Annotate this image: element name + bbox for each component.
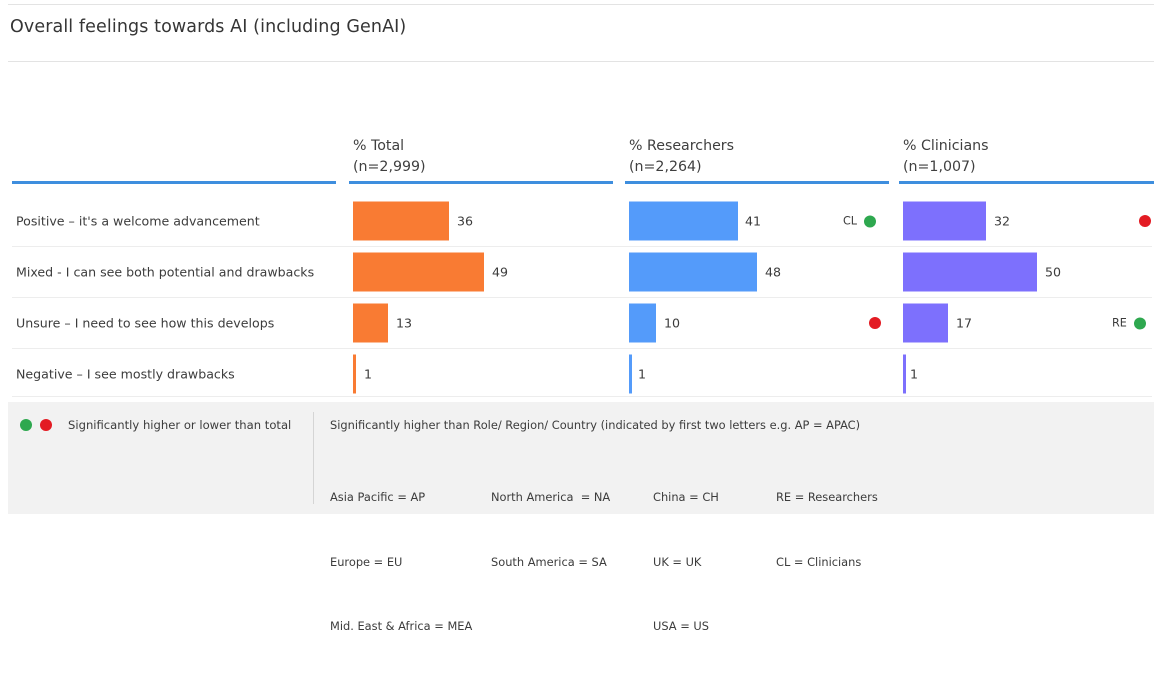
sig-marker-researchers-positive: CL [843,214,877,228]
bar-value-researchers-positive: 41 [745,213,762,229]
sig-letters-clinicians-unsure: RE [1112,316,1127,330]
column-underline-researchers [625,181,889,184]
sig-marker-researchers-unsure [869,317,881,329]
abbreviation-column-americas: North America = NA South America = SA [491,444,610,616]
column-underline-total [349,181,613,184]
bar-value-clinicians-unsure: 17 [956,315,973,331]
column-header-researchers: % Researchers (n=2,264) [629,136,734,177]
sig-letters-researchers-positive: CL [843,214,858,228]
title-rule-top [8,4,1154,5]
abbreviation-item: South America = SA [491,554,607,569]
footer-legend-panel: Significantly higher or lower than total… [8,402,1154,633]
bar-clinicians-negative [903,354,906,394]
bar-value-total-negative: 1 [364,366,373,382]
bar-total-mixed [353,252,484,292]
bar-total-positive [353,201,449,241]
bar-value-researchers-mixed: 48 [765,264,782,280]
bar-researchers-negative [629,354,632,394]
bar-value-clinicians-mixed: 50 [1045,264,1062,280]
abbreviation-item: UK = UK [653,554,702,569]
column-header-clinicians-subtitle: (n=1,007) [903,158,976,175]
column-header-clinicians: % Clinicians (n=1,007) [903,136,989,177]
title-rule-bottom [8,61,1154,62]
abbreviation-item: USA = US [653,619,709,633]
page-title: Overall feelings towards AI (including G… [10,17,407,37]
column-header-researchers-subtitle: (n=2,264) [629,158,702,175]
significantly-lower-dot-icon [1139,215,1151,227]
bar-value-researchers-negative: 1 [638,366,647,382]
column-header-clinicians-title: % Clinicians [903,138,989,154]
abbreviation-item: CL = Clinicians [776,554,862,569]
bar-clinicians-mixed [903,252,1037,292]
abbreviation-column-country: China = CH UK = UK USA = US [653,444,719,681]
label-column-underline [12,181,336,184]
row-label-mixed: Mixed - I can see both potential and dra… [16,264,315,280]
bar-value-total-mixed: 49 [492,264,509,280]
row-label-unsure: Unsure – I need to see how this develops [16,315,275,331]
footer-divider [313,412,314,504]
bar-total-negative [353,354,356,394]
bar-value-clinicians-positive: 32 [994,213,1011,229]
abbreviation-item: North America = NA [491,490,611,504]
row-separator [12,348,1152,349]
significantly-higher-dot-icon [20,419,32,431]
bar-clinicians-positive [903,201,986,241]
column-header-researchers-title: % Researchers [629,138,735,154]
bar-researchers-positive [629,201,738,241]
row-label-negative: Negative – I see mostly drawbacks [16,366,235,382]
row-separator [12,396,1152,397]
significantly-lower-dot-icon [40,419,52,431]
column-header-total-title: % Total [353,138,405,154]
bar-clinicians-unsure [903,303,948,343]
abbreviation-item: RE = Researchers [776,490,878,504]
abbreviation-column-region: Asia Pacific = AP Europe = EU Mid. East … [330,444,472,681]
bar-researchers-unsure [629,303,656,343]
significantly-lower-dot-icon [869,317,881,329]
row-separator [12,246,1152,247]
significantly-higher-dot-icon [1133,317,1146,329]
row-separator [12,297,1152,298]
column-header-total-subtitle: (n=2,999) [353,158,426,175]
bar-total-unsure [353,303,388,343]
column-underline-clinicians [899,181,1154,184]
footer-legend-label: Significantly higher or lower than total [68,418,292,432]
bar-value-clinicians-negative: 1 [910,366,919,382]
footer-note: Significantly higher than Role/ Region/ … [330,418,861,432]
bar-value-total-positive: 36 [457,213,474,229]
abbreviation-item: Asia Pacific = AP [330,490,426,504]
column-header-total: % Total (n=2,999) [353,136,426,177]
abbreviation-item: Mid. East & Africa = MEA [330,619,473,633]
bar-value-total-unsure: 13 [396,315,413,331]
footer-legend-dot-pair [20,419,52,431]
abbreviation-item: China = CH [653,490,719,504]
row-label-positive: Positive – it's a welcome advancement [16,213,260,229]
significantly-higher-dot-icon [864,215,877,227]
bar-researchers-mixed [629,252,757,292]
abbreviation-item: Europe = EU [330,554,403,569]
bar-value-researchers-unsure: 10 [664,315,681,331]
abbreviation-column-role: RE = Researchers CL = Clinicians [776,444,878,616]
sig-marker-clinicians-positive [1139,215,1151,227]
sig-marker-clinicians-unsure: RE [1112,317,1146,330]
